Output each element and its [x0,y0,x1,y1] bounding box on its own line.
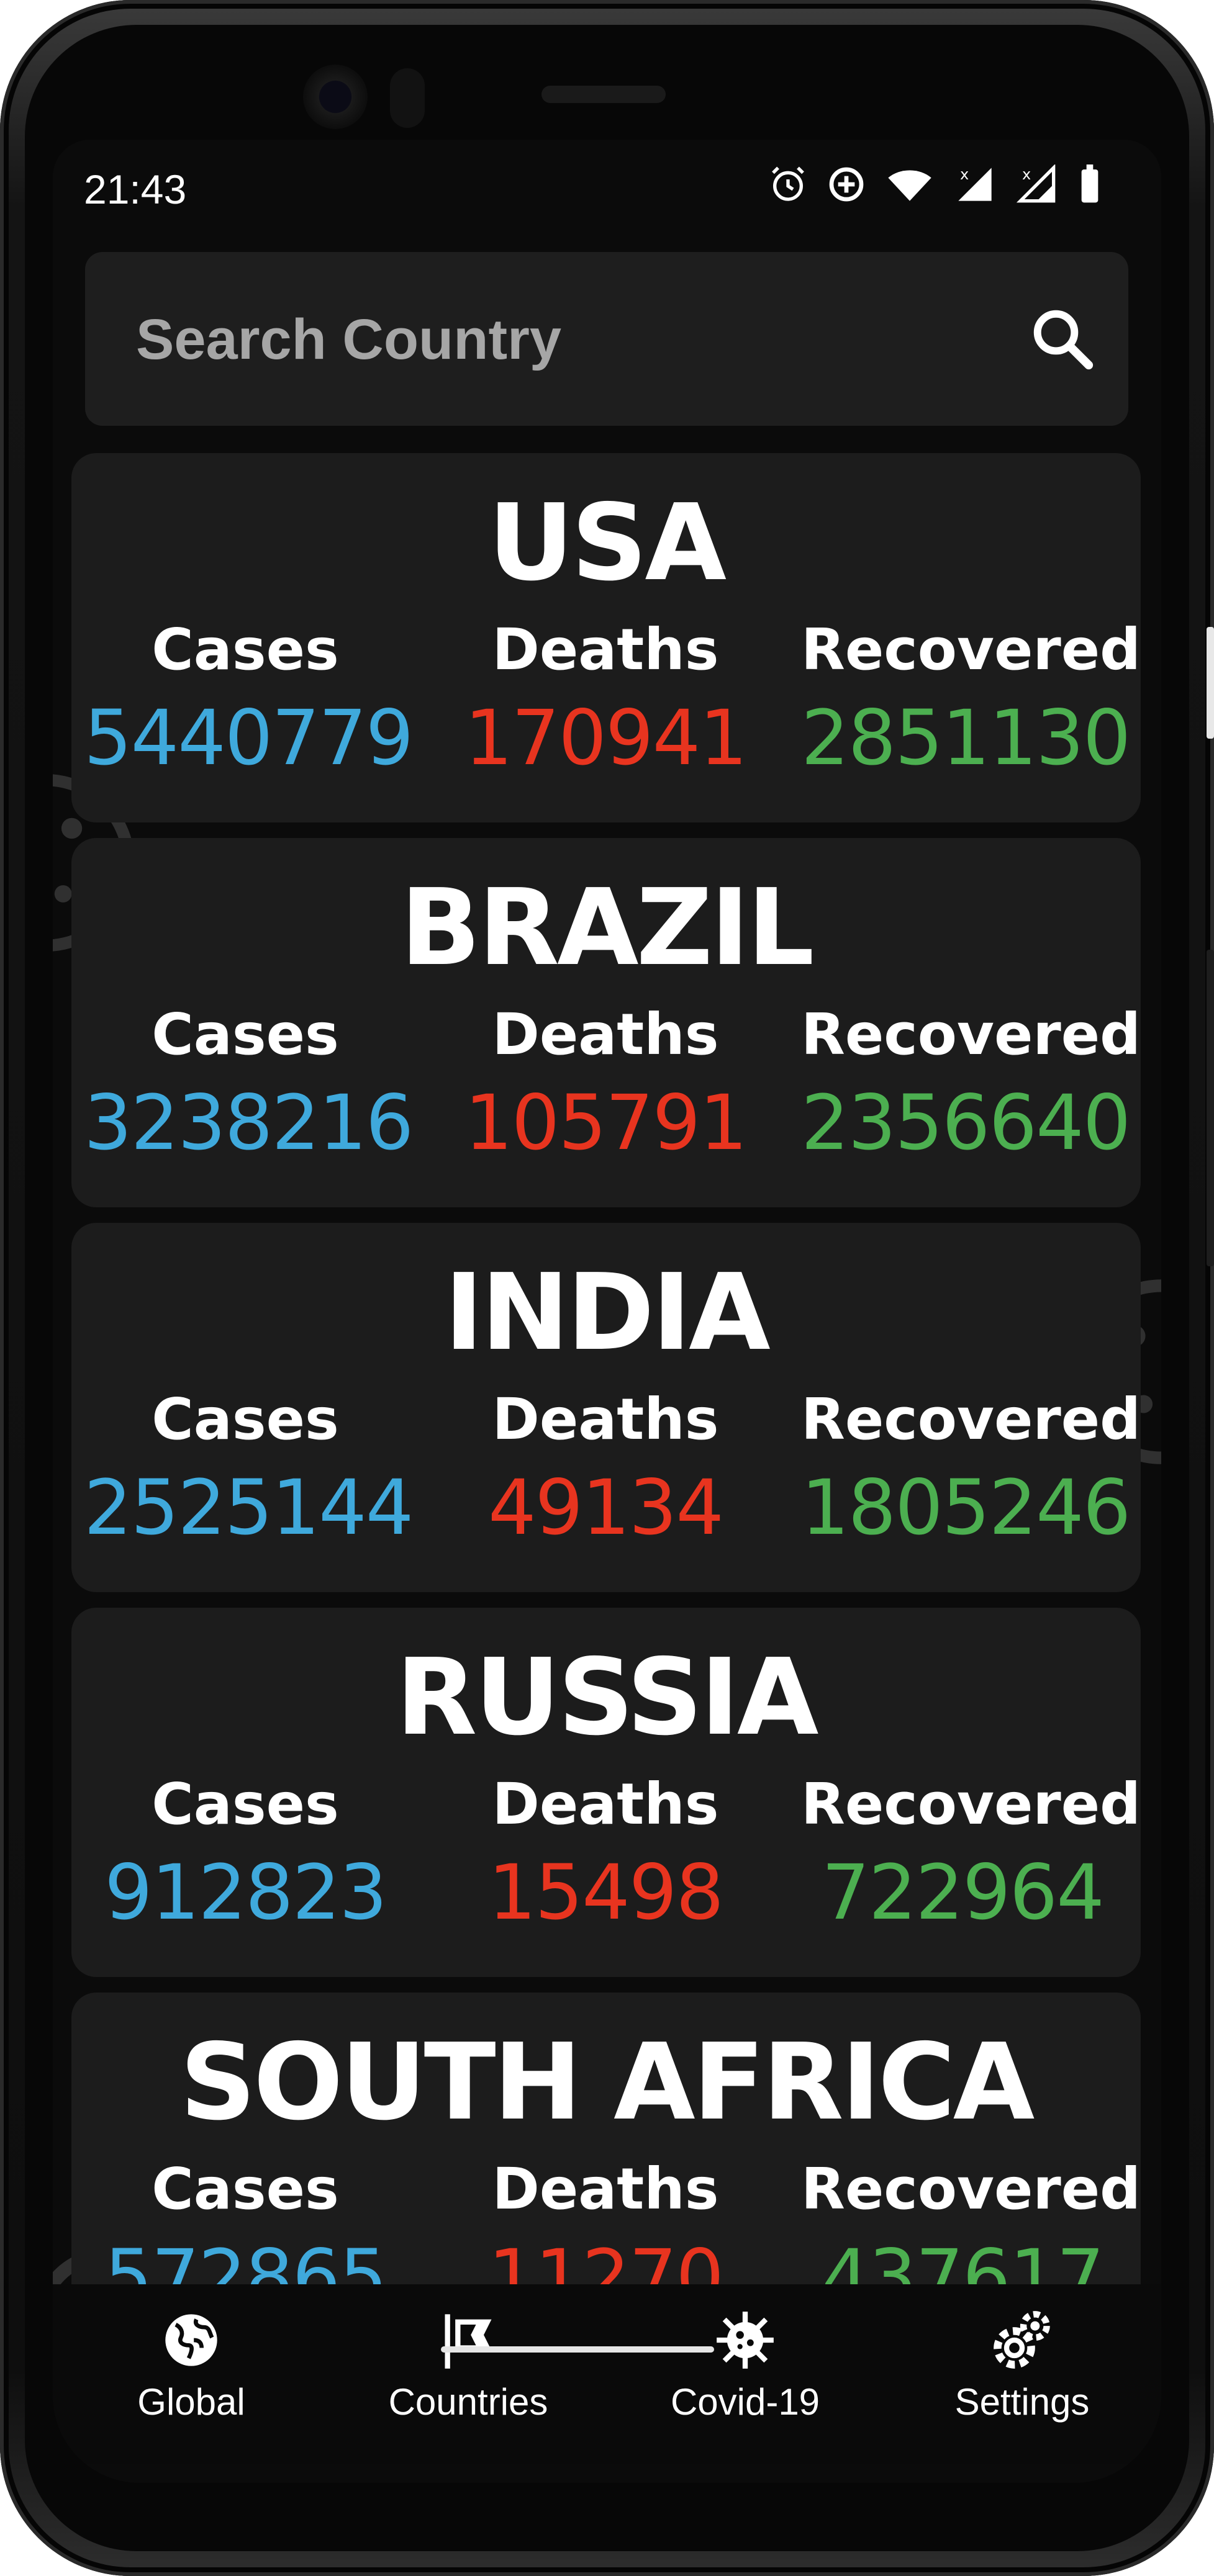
country-name: USA [487,482,727,605]
recovered-value: 2356640 [801,1079,1131,1167]
nav-countries[interactable]: Countries [330,2284,607,2464]
nav-label: Global [137,2381,245,2423]
recovered-value: 1805246 [801,1464,1131,1552]
phone-frame: 21:43 x x Search Country USA Cases 54407… [0,0,1214,2576]
recovered-label: Recovered [801,1386,1141,1452]
status-icons: x x [768,163,1102,207]
country-card[interactable]: SOUTH AFRICA Cases 572865 Deaths 11270 Rec… [71,1993,1141,2284]
cases-label: Cases [152,2156,339,2222]
cases-label: Cases [152,1001,339,1068]
nav-covid19[interactable]: Covid-19 [607,2284,884,2464]
deaths-value: 105791 [464,1079,748,1167]
recovered-label: Recovered [801,616,1141,683]
country-card[interactable]: INDIA Cases 2525144 Deaths 49134 Recovered… [71,1223,1141,1592]
svg-text:x: x [960,166,969,183]
cases-value: 3238216 [84,1079,414,1167]
status-time: 21:43 [84,166,187,212]
country-name: SOUTH AFRICA [179,2021,1035,2144]
search-bar [85,252,1128,426]
recovered-label: Recovered [801,2156,1141,2222]
globe-icon [165,2314,217,2366]
alarm-icon [768,164,808,207]
gears-icon [994,2311,1050,2369]
recovered-value: 437617 [822,2233,1105,2284]
deaths-value: 170941 [464,694,748,782]
cases-value: 912823 [104,1849,387,1937]
nav-global[interactable]: Global [53,2284,330,2464]
country-card[interactable]: USA Cases 5440779 Deaths 170941 Recovered 2… [71,453,1141,822]
volume-button [1207,950,1214,1266]
power-button [1207,627,1214,739]
country-name: BRAZIL [400,867,815,989]
signal-icon-1: x [953,164,997,207]
virus-icon [717,2312,774,2369]
recovered-value: 2851130 [801,694,1131,782]
app-screen: 21:43 x x Search Country USA Cases 54407… [53,140,1161,2483]
wifi-icon [885,164,935,207]
nav-label: Settings [954,2381,1090,2423]
deaths-label: Deaths [492,1771,719,1837]
status-bar: 21:43 x x [53,140,1161,245]
front-camera [303,65,368,129]
home-indicator[interactable] [441,2346,714,2353]
proximity-sensor [390,68,425,128]
deaths-label: Deaths [492,616,719,683]
deaths-label: Deaths [492,1001,719,1068]
svg-text:x: x [1022,166,1031,183]
country-name: INDIA [444,1251,770,1374]
cases-label: Cases [152,616,339,683]
cases-label: Cases [152,1386,339,1452]
deaths-value: 15498 [487,1849,724,1937]
recovered-label: Recovered [801,1001,1141,1068]
recovered-label: Recovered [801,1771,1141,1837]
battery-icon [1077,164,1102,207]
cases-value: 2525144 [84,1464,414,1552]
deaths-label: Deaths [492,1386,719,1452]
country-list[interactable]: USA Cases 5440779 Deaths 170941 Recovered 2… [53,453,1161,2284]
country-card[interactable]: BRAZIL Cases 3238216 Deaths 105791 Recover… [71,838,1141,1207]
country-card[interactable]: RUSSIA Cases 912823 Deaths 15498 Recovered… [71,1608,1141,1977]
flag-icon [445,2314,492,2369]
deaths-value: 49134 [487,1464,724,1552]
deaths-label: Deaths [492,2156,719,2222]
country-name: RUSSIA [396,1636,818,1759]
data-saver-icon [827,164,866,207]
deaths-value: 11270 [487,2233,724,2284]
signal-icon-2: x [1015,163,1059,207]
nav-label: Covid-19 [670,2381,820,2423]
search-icon[interactable] [1029,305,1097,374]
bottom-navigation: Global Countries Covid-19 Settings [53,2284,1161,2464]
earpiece-speaker [541,86,666,103]
nav-settings[interactable]: Settings [884,2284,1161,2464]
search-input[interactable] [135,289,944,390]
cases-value: 5440779 [84,694,414,782]
recovered-value: 722964 [822,1849,1105,1937]
nav-label: Countries [388,2381,548,2423]
cases-value: 572865 [104,2233,387,2284]
cases-label: Cases [152,1771,339,1837]
